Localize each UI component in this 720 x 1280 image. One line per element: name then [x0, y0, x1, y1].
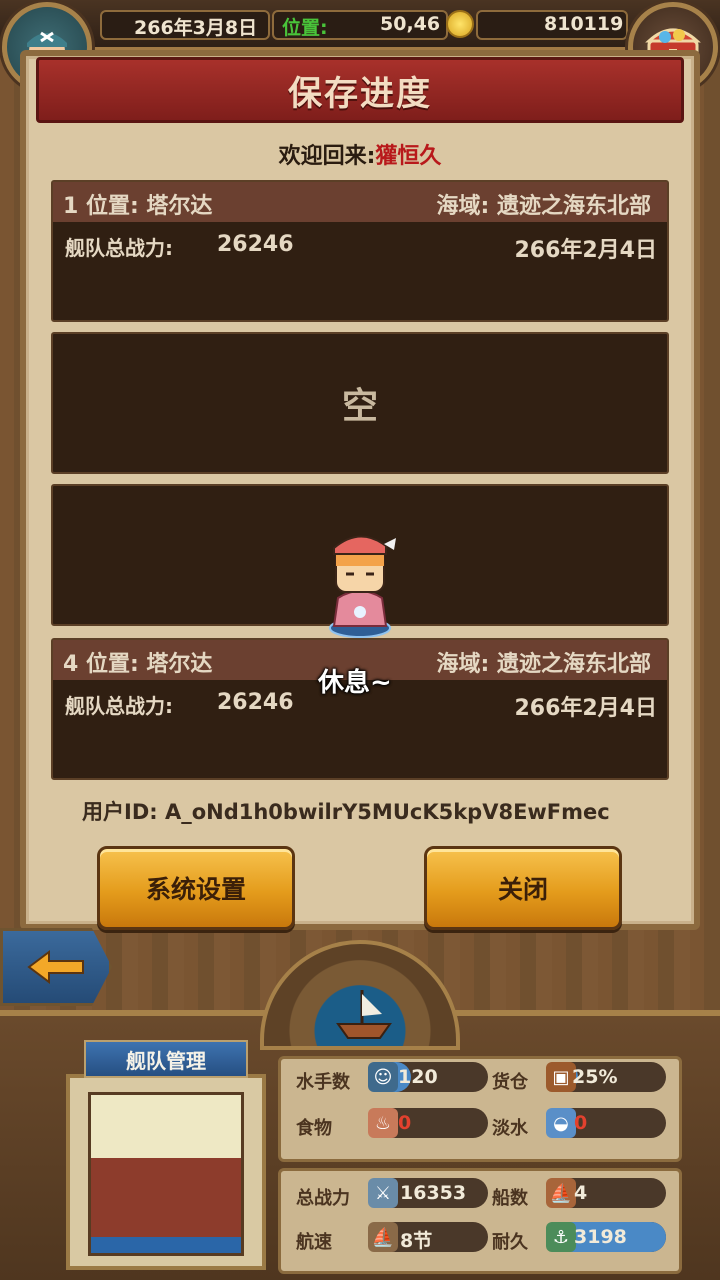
title-banner: 保存进度 [36, 57, 684, 123]
water-value: 0 [574, 1112, 588, 1134]
crossed-swords-icon: ⚔ [368, 1178, 398, 1208]
slot-power-value: 26246 [217, 690, 294, 715]
slot-power-value: 26246 [217, 232, 294, 257]
gold-amount: 810119 [544, 13, 624, 35]
food-label: 食物 [296, 1118, 332, 1139]
slot-save-date: 266年2月4日 [514, 696, 657, 721]
sail-icon: ⛵ [368, 1222, 398, 1252]
speed-value: 8节 [400, 1230, 433, 1252]
food-value: 0 [398, 1112, 412, 1134]
fleet-management-label[interactable]: 舰队管理 [84, 1040, 248, 1078]
slot-location: 1 位置: 塔尔达 [63, 194, 213, 219]
ship-wheel-ornament[interactable] [260, 940, 460, 1050]
resting-girl-icon [329, 535, 396, 638]
slot-empty-label: 空 [341, 386, 378, 427]
save-slot-4[interactable]: 4 位置: 塔尔达 海域: 遗迹之海东北部 舰队总战力: 26246 266年2… [51, 638, 669, 780]
top-status-bar: 266年3月8日 位置: 50,46 810119 [0, 0, 720, 50]
position-label: 位置: [282, 17, 328, 39]
slot-save-date: 266年2月4日 [514, 238, 657, 263]
sailor-icon: ☺ [368, 1062, 398, 1092]
close-button[interactable]: 关闭 [424, 846, 622, 930]
user-id: 用户ID: A_oNd1h0bwilrY5MUcK5kpV8EwFmec [82, 800, 610, 824]
water-jug-icon: ◒ [546, 1108, 576, 1138]
system-settings-button[interactable]: 系统设置 [97, 846, 295, 930]
sailors-value: 120 [398, 1066, 438, 1088]
welcome-message: 欢迎回来:獾恒久 [0, 138, 720, 170]
gold-coin-icon [446, 10, 474, 38]
ship-cutaway-image [88, 1092, 244, 1256]
slot-sea-area: 海域: 遗迹之海东北部 [436, 652, 651, 677]
sailors-label: 水手数 [296, 1072, 350, 1093]
water-label: 淡水 [492, 1118, 528, 1139]
durability-label: 耐久 [492, 1232, 528, 1253]
durability-value: 3198 [574, 1226, 627, 1248]
arrow-left-icon [27, 950, 84, 984]
ships-value: 4 [574, 1182, 588, 1204]
slot-power-label: 舰队总战力: [65, 236, 173, 260]
boat-icon: ⛵ [546, 1178, 576, 1208]
save-slot-2[interactable]: 空 [51, 332, 669, 474]
ship-icon [336, 990, 392, 1039]
slot-power-label: 舰队总战力: [65, 694, 173, 718]
save-slot-1[interactable]: 1 位置: 塔尔达 海域: 遗迹之海东北部 舰队总战力: 26246 266年2… [51, 180, 669, 322]
total-power-value: 16353 [400, 1182, 467, 1204]
meat-icon: ♨ [368, 1108, 398, 1138]
cargo-label: 货仓 [492, 1072, 528, 1093]
cargo-value: 25% [572, 1066, 618, 1088]
welcome-prefix: 欢迎回来: [278, 144, 376, 169]
speed-label: 航速 [296, 1232, 332, 1253]
position-value: 50,46 [380, 13, 441, 35]
hull-icon: ⚓ [546, 1222, 576, 1252]
player-name: 獾恒久 [375, 144, 442, 169]
fleet-ship-preview[interactable] [66, 1074, 266, 1270]
back-button[interactable] [0, 928, 112, 1006]
total-power-label: 总战力 [296, 1188, 350, 1209]
game-date: 266年3月8日 [134, 17, 258, 39]
character-status-text: 休息~ [318, 668, 392, 698]
resting-character [326, 528, 396, 640]
ships-label: 船数 [492, 1188, 528, 1209]
slot-location: 4 位置: 塔尔达 [63, 652, 213, 677]
dialog-title: 保存进度 [288, 73, 432, 114]
slot-sea-area: 海域: 遗迹之海东北部 [436, 194, 651, 219]
